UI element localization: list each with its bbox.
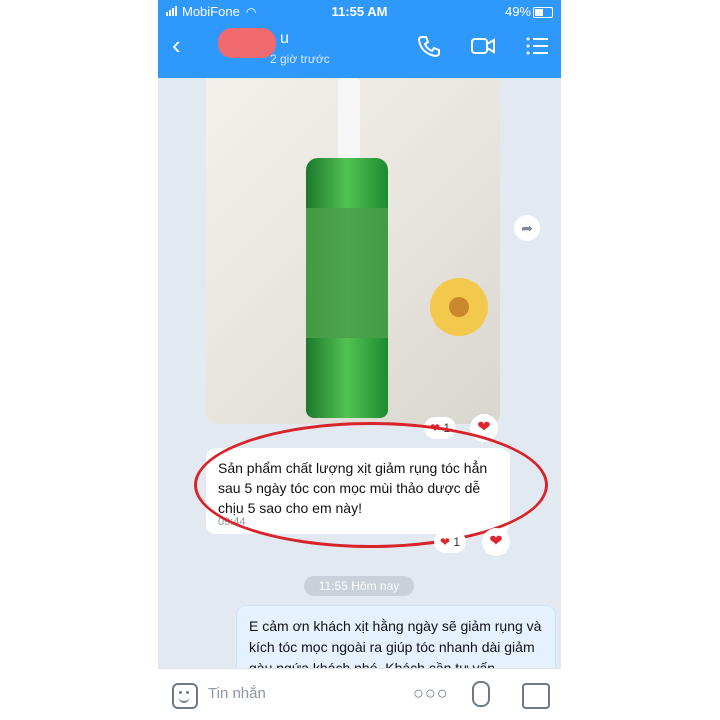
message-input-bar: Tin nhắn ○○○: [158, 668, 561, 720]
share-icon[interactable]: ➦: [514, 215, 540, 241]
mic-icon[interactable]: [472, 681, 490, 707]
status-bar: MobiFone ◠ 11:55 AM 49%: [158, 0, 561, 24]
message-reaction-badge[interactable]: ❤ 1: [434, 531, 467, 553]
redacted-avatar: [218, 28, 276, 58]
video-icon[interactable]: [470, 34, 496, 58]
image-icon[interactable]: [522, 683, 550, 709]
status-time: 11:55 AM: [331, 4, 388, 19]
spray-cap: [338, 78, 360, 168]
chat-header: MobiFone ◠ 11:55 AM 49% ‹ u 2 giờ trước: [158, 0, 561, 78]
product-photo-message[interactable]: [206, 78, 500, 424]
contact-name[interactable]: u: [280, 30, 289, 48]
menu-icon[interactable]: [524, 34, 550, 58]
flower-center: [449, 297, 469, 317]
last-seen: 2 giờ trước: [270, 52, 330, 66]
date-divider: 11:55 Hôm nay: [304, 576, 414, 596]
chat-screen: MobiFone◠ 11:55 AM 49% ‹ u 2 giờ trước: [158, 0, 561, 720]
message-reaction-count: 1: [453, 535, 461, 549]
phone-icon[interactable]: [416, 34, 442, 58]
heart-icon: ❤: [440, 535, 451, 549]
message-input[interactable]: Tin nhắn: [208, 685, 266, 702]
more-icon[interactable]: ○○○: [413, 683, 449, 704]
back-icon[interactable]: ‹: [172, 30, 181, 60]
battery-icon: [533, 7, 553, 18]
react-heart-button[interactable]: ❤: [482, 528, 510, 556]
emoji-icon[interactable]: [172, 683, 198, 709]
bottle-label: [306, 208, 388, 338]
battery-percent: 49%: [504, 4, 531, 19]
